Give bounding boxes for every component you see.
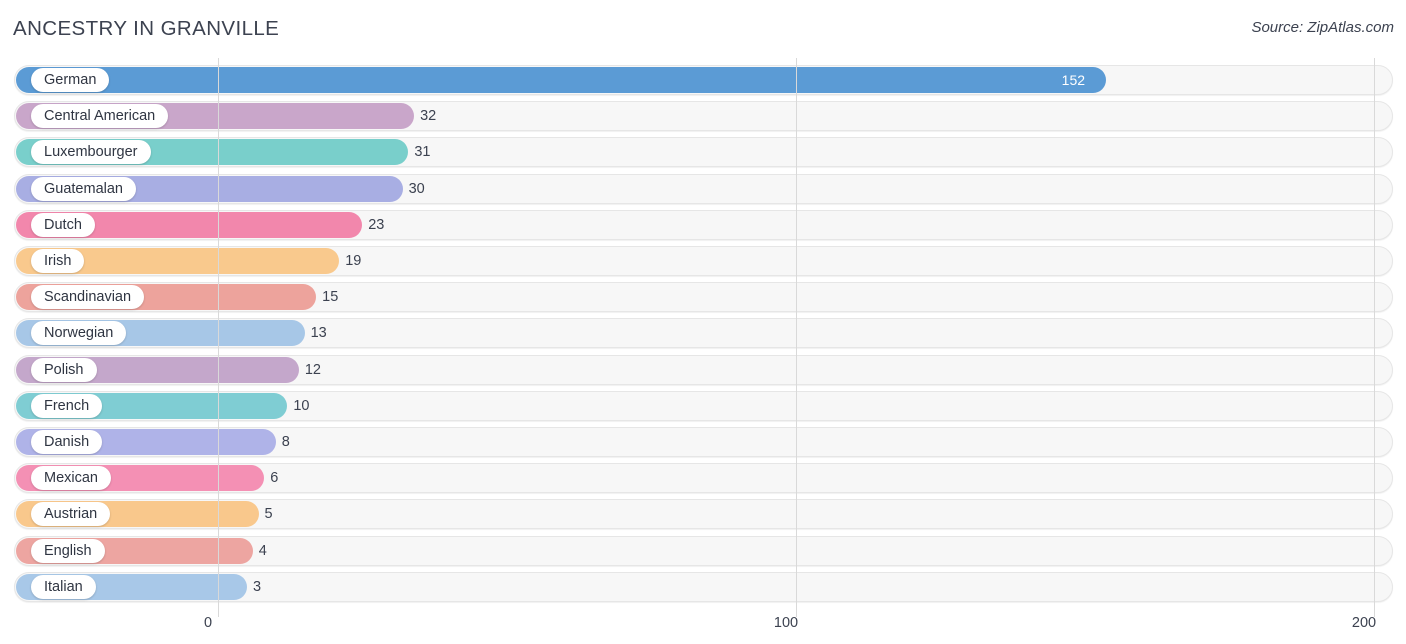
bar[interactable] bbox=[16, 67, 1106, 93]
bar-label-pill: Central American bbox=[31, 104, 169, 129]
bar-row[interactable]: Norwegian 13 bbox=[14, 318, 1393, 349]
bar-label-pill: English bbox=[31, 538, 105, 563]
bar-value-label: 31 bbox=[414, 144, 431, 161]
bar-value-label: 10 bbox=[293, 397, 310, 414]
bar-label: Austrian bbox=[44, 506, 98, 523]
page-title: ANCESTRY IN GRANVILLE bbox=[13, 17, 280, 40]
bar-row[interactable]: Irish 19 bbox=[14, 246, 1393, 276]
bar-label-pill: Dutch bbox=[31, 212, 95, 237]
bar-row[interactable]: German 152 bbox=[14, 65, 1393, 95]
chart-page: ANCESTRY IN GRANVILLE Source: ZipAtlas.c… bbox=[0, 0, 1406, 644]
axis-tick-mark-0 bbox=[218, 607, 219, 617]
bar-label: Danish bbox=[44, 434, 90, 450]
bar-row[interactable]: Central American 32 bbox=[14, 101, 1393, 132]
axis-tick-label-100: 100 bbox=[773, 615, 799, 631]
bar-row[interactable]: Polish 12 bbox=[14, 354, 1393, 385]
bar-row[interactable]: Mexican 6 bbox=[14, 463, 1393, 494]
bar-label: Irish bbox=[44, 253, 72, 269]
bar-row[interactable]: Danish 8 bbox=[14, 427, 1393, 457]
bar-value-label: 15 bbox=[322, 289, 339, 306]
bar-value-label: 152 bbox=[1061, 72, 1086, 88]
bar-row[interactable]: Scandinavian 15 bbox=[14, 282, 1393, 313]
bar-label: Luxembourger bbox=[44, 144, 138, 161]
bar-label: English bbox=[44, 542, 92, 559]
bar-label: Scandinavian bbox=[44, 289, 132, 306]
bar-value-label: 32 bbox=[420, 108, 437, 125]
bar-row[interactable]: Luxembourger 31 bbox=[14, 137, 1393, 168]
bar-label: Norwegian bbox=[44, 325, 114, 342]
bar-label: Italian bbox=[44, 578, 83, 595]
source-attribution: Source: ZipAtlas.com bbox=[1251, 19, 1394, 36]
bar-row[interactable]: Austrian 5 bbox=[14, 499, 1393, 530]
bar-value-label: 3 bbox=[252, 578, 262, 595]
bar-row[interactable]: English 4 bbox=[14, 535, 1393, 566]
bar-label: Mexican bbox=[44, 470, 98, 487]
bar-value-label: 23 bbox=[368, 216, 385, 233]
bar-label-pill: Irish bbox=[31, 249, 85, 273]
bar-label: Polish bbox=[44, 361, 84, 378]
bar-label-pill: Mexican bbox=[31, 466, 111, 491]
plot-area: German 152 Central American 32 Luxembourger 3… bbox=[0, 58, 1406, 607]
x-axis: 0 100 200 bbox=[0, 607, 1406, 644]
bar-value-label: 5 bbox=[264, 506, 273, 523]
bar-value-label: 19 bbox=[345, 253, 362, 269]
bar-value-label: 6 bbox=[270, 470, 279, 487]
bar-label-pill: Luxembourger bbox=[31, 140, 151, 165]
bar-label: Dutch bbox=[44, 216, 82, 233]
bar-value-label: 12 bbox=[304, 361, 321, 378]
bar-label-pill: Polish bbox=[31, 357, 97, 382]
bar-label-pill: Guatemalan bbox=[31, 176, 136, 201]
bar-label: French bbox=[44, 397, 90, 414]
bar-value-label: 4 bbox=[258, 542, 267, 559]
bar-row[interactable]: French 10 bbox=[14, 390, 1393, 421]
bar-row[interactable]: Italian 3 bbox=[14, 571, 1393, 602]
bar-label: Guatemalan bbox=[44, 180, 123, 197]
bar-label-pill: German bbox=[31, 68, 110, 92]
bar-label-pill: Norwegian bbox=[31, 321, 127, 346]
bar-label: Central American bbox=[44, 108, 156, 125]
bar-label-pill: French bbox=[31, 393, 103, 418]
bar-row[interactable]: Dutch 23 bbox=[14, 209, 1393, 240]
bar-value-label: 8 bbox=[281, 434, 290, 450]
bar-row[interactable]: Guatemalan 30 bbox=[14, 173, 1393, 204]
bar-value-label: 30 bbox=[408, 180, 425, 197]
bar-label-pill: Austrian bbox=[31, 502, 111, 527]
axis-tick-label-200: 200 bbox=[1351, 615, 1377, 631]
bar-value-label: 13 bbox=[310, 325, 327, 342]
axis-tick-label-0: 0 bbox=[203, 615, 213, 631]
bar-label-pill: Scandinavian bbox=[31, 285, 145, 310]
bar-label-pill: Danish bbox=[31, 430, 103, 454]
bar-label: German bbox=[44, 72, 97, 88]
bar-label-pill: Italian bbox=[31, 574, 96, 599]
